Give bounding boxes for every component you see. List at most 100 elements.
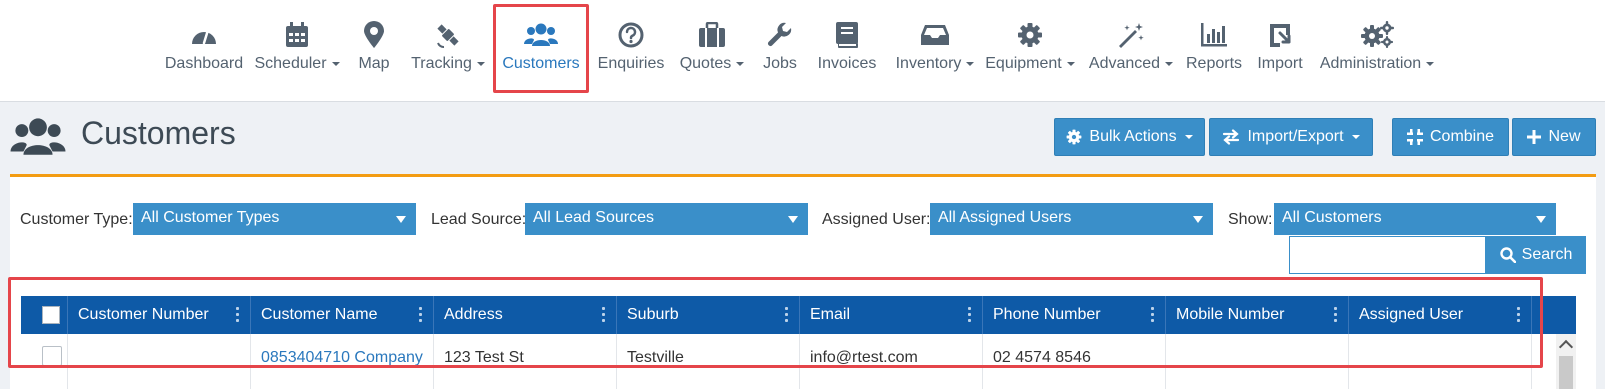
nav-label: Jobs [763,55,797,72]
nav-tracking[interactable]: Tracking [409,0,487,101]
users-icon [10,116,66,163]
column-header[interactable]: Suburb [617,296,800,334]
caret-down-icon [1536,216,1546,223]
nav-administration[interactable]: Administration [1318,0,1436,101]
new-button[interactable]: New [1512,118,1596,156]
column-header[interactable]: Customer Number [68,296,251,334]
nav-jobs[interactable]: Jobs [759,0,801,101]
search-input[interactable] [1289,236,1486,274]
assigned-user-label: Assigned User: [822,211,931,228]
row-select-cell [21,334,68,389]
satellite-icon [434,20,462,50]
column-menu-icon[interactable] [785,307,789,322]
column-header-label: Assigned User [1359,306,1464,323]
new-label: New [1548,128,1581,145]
nav-label: Dashboard [164,55,244,72]
bulk-actions-button[interactable]: Bulk Actions [1054,118,1205,156]
nav-quotes[interactable]: Quotes [677,0,747,101]
column-header-label: Phone Number [993,306,1101,323]
nav-equipment[interactable]: Equipment [984,0,1076,101]
inbox-icon [920,20,950,50]
caret-down-icon [476,61,485,66]
column-header-label: Suburb [627,306,679,323]
compress-icon [1406,129,1423,145]
column-header[interactable]: Phone Number [983,296,1166,334]
nav-label: Tracking [411,55,472,72]
import-export-button[interactable]: Import/Export [1209,118,1373,156]
caret-down-icon [1351,135,1360,139]
column-header[interactable]: Customer Name [251,296,434,334]
email-cell: info@rtest.com [800,334,983,389]
scroll-up-icon[interactable] [1558,339,1574,355]
scrollbar-thumb[interactable] [1559,356,1573,389]
gauge-icon [189,20,219,50]
search-button[interactable]: Search [1486,236,1586,274]
lead-source-select[interactable]: All Lead Sources [525,203,808,235]
briefcase-icon [698,20,726,50]
nav-label: Invoices [817,55,877,72]
customer-name-link[interactable]: 0853404710 Company [251,334,434,389]
assigned-user-cell [1349,334,1532,389]
column-header[interactable]: Email [800,296,983,334]
caret-down-icon [1066,61,1075,66]
caret-down-icon [788,216,798,223]
nav-enquiries[interactable]: Enquiries [598,0,664,101]
table-row[interactable]: 0853404710 Company 123 Test St Testville… [21,334,1576,389]
column-header-label: Customer Number [78,306,209,323]
customer-number-cell [68,334,251,389]
nav-reports[interactable]: Reports [1185,0,1243,101]
active-nav-highlight [493,4,589,93]
column-header-label: Customer Name [261,306,378,323]
wrench-icon [767,20,793,50]
nav-label: Import [1257,55,1303,72]
nav-label: Enquiries [597,55,665,72]
customers-grid: Customer Number Customer Name Address Su… [21,296,1576,389]
show-select[interactable]: All Customers [1274,203,1556,235]
nav-scheduler[interactable]: Scheduler [254,0,340,101]
column-menu-icon[interactable] [1517,307,1521,322]
mobile-number-cell [1166,334,1349,389]
column-menu-icon[interactable] [1334,307,1338,322]
select-all-column [21,296,68,334]
nav-inventory[interactable]: Inventory [893,0,977,101]
caret-down-icon [1193,216,1203,223]
row-checkbox[interactable] [42,346,62,366]
column-menu-icon[interactable] [236,307,240,322]
column-header-label: Address [444,306,503,323]
top-navigation: Dashboard Scheduler Map Tracking Custome… [0,0,1605,102]
column-menu-icon[interactable] [602,307,606,322]
assigned-user-select[interactable]: All Assigned Users [930,203,1213,235]
vertical-scrollbar[interactable] [1556,334,1576,389]
nav-map[interactable]: Map [353,0,395,101]
combine-button[interactable]: Combine [1392,118,1509,156]
column-header[interactable]: Address [434,296,617,334]
cog-icon [1066,129,1082,145]
nav-label: Administration [1319,55,1422,72]
nav-invoices[interactable]: Invoices [812,0,882,101]
lead-source-value: All Lead Sources [533,209,654,226]
nav-import[interactable]: Import [1253,0,1307,101]
nav-label: Inventory [895,55,962,72]
import-export-label: Import/Export [1247,128,1344,145]
plus-icon [1527,130,1542,144]
customer-type-select[interactable]: All Customer Types [133,203,416,235]
exchange-icon [1222,129,1240,145]
caret-down-icon [331,61,340,66]
column-menu-icon[interactable] [968,307,972,322]
customer-type-label: Customer Type: [20,211,133,228]
nav-dashboard[interactable]: Dashboard [164,0,244,101]
search-icon [1499,247,1516,263]
assigned-user-value: All Assigned Users [938,209,1072,226]
show-value: All Customers [1282,209,1382,226]
nav-label: Map [358,55,390,72]
nav-advanced[interactable]: Advanced [1088,0,1174,101]
column-menu-icon[interactable] [419,307,423,322]
column-menu-icon[interactable] [1151,307,1155,322]
column-header[interactable]: Mobile Number [1166,296,1349,334]
nav-label: Quotes [679,55,732,72]
page-title: Customers [81,115,236,151]
magic-wand-icon [1117,20,1145,50]
column-header[interactable]: Assigned User [1349,296,1532,334]
select-all-checkbox[interactable] [42,306,60,324]
map-pin-icon [363,20,385,50]
